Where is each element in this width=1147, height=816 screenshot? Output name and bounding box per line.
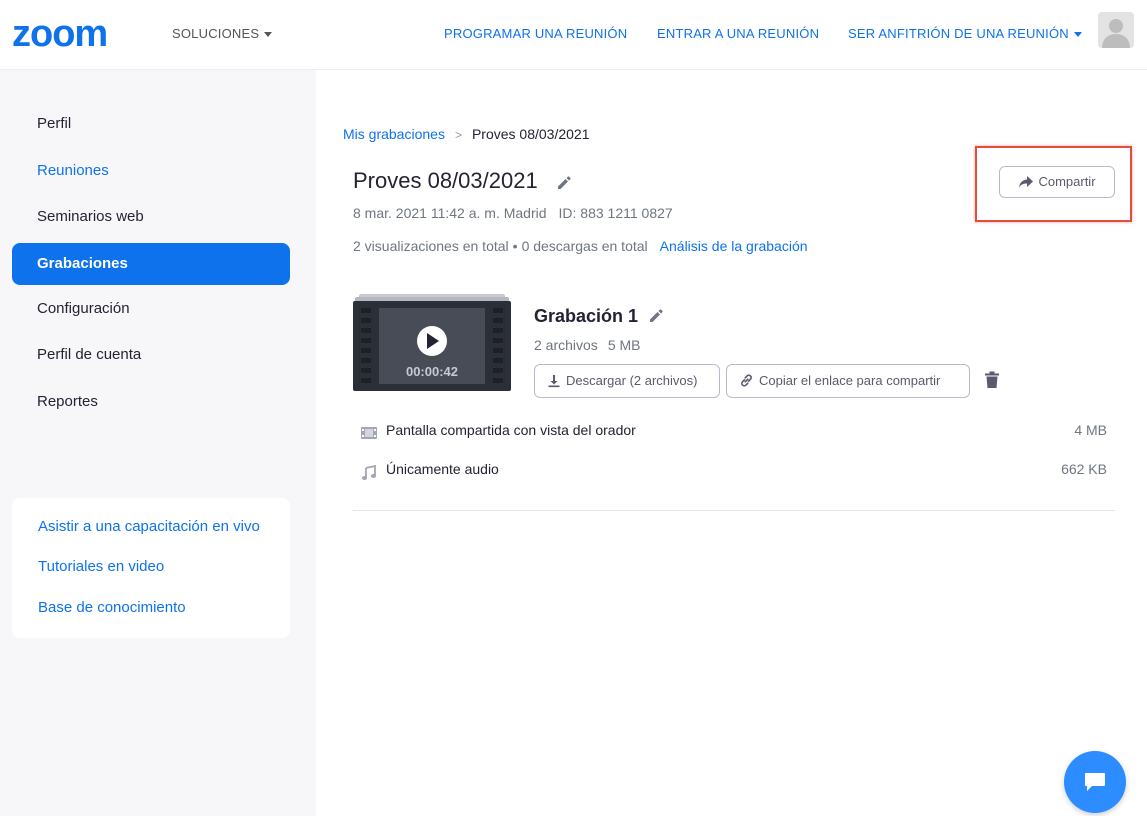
copy-share-link-button[interactable]: Copiar el enlace para compartir (726, 364, 970, 398)
meeting-id: ID: 883 1211 0827 (558, 205, 673, 221)
downloads-count: 0 descargas en total (521, 238, 648, 254)
sidebar-item-settings[interactable]: Configuración (12, 288, 290, 330)
sidebar-item-profile[interactable]: Perfil (12, 103, 290, 145)
recording-meta: 2 archivos 5 MB (534, 337, 641, 353)
share-arrow-icon (1019, 175, 1034, 188)
host-meeting-menu[interactable]: SER ANFITRIÓN DE UNA REUNIÓN (848, 26, 1082, 41)
sidebar-item-webinars[interactable]: Seminarios web (12, 196, 290, 238)
download-icon (548, 374, 560, 387)
sidebar-item-recordings[interactable]: Grabaciones (12, 243, 290, 285)
link-icon (741, 374, 752, 387)
recording-stats: 2 visualizaciones en total • 0 descargas e… (353, 238, 808, 254)
file-row-shared-screen[interactable]: Pantalla compartida con vista del orador… (353, 422, 1115, 446)
breadcrumb-current: Proves 08/03/2021 (471, 126, 590, 142)
live-training-link[interactable]: Asistir a una capacitación en vivo (38, 518, 260, 535)
file-name[interactable]: Pantalla compartida con vista del orador (386, 422, 636, 438)
meeting-meta: 8 mar. 2021 11:42 a. m. Madrid ID: 883 12… (353, 205, 673, 221)
file-size: 662 KB (1061, 461, 1107, 477)
file-row-audio-only[interactable]: Únicamente audio 662 KB (353, 461, 1115, 485)
sidebar-item-meetings[interactable]: Reuniones (12, 150, 290, 192)
avatar[interactable] (1098, 12, 1134, 48)
caret-down-icon (264, 32, 273, 38)
schedule-meeting-link[interactable]: PROGRAMAR UNA REUNIÓN (444, 26, 627, 41)
page-title: Proves 08/03/2021 (353, 168, 538, 193)
video-file-icon (361, 427, 377, 439)
caret-down-icon (1073, 32, 1082, 38)
top-header: zoom SOLUCIONES PROGRAMAR UNA REUNIÓN EN… (0, 0, 1147, 70)
recording-duration: 00:00:42 (406, 364, 458, 379)
solutions-menu[interactable]: SOLUCIONES (172, 26, 273, 41)
recording-thumbnail[interactable]: 00:00:42 (353, 294, 511, 391)
trash-icon[interactable] (984, 371, 1000, 389)
breadcrumb-separator: > (454, 128, 462, 142)
zoom-logo[interactable]: zoom (12, 14, 136, 54)
sidebar-item-reports[interactable]: Reportes (12, 381, 290, 423)
recording-size: 5 MB (607, 337, 641, 353)
recording-file-count: 2 archivos (534, 337, 598, 353)
file-size: 4 MB (1074, 422, 1107, 438)
join-meeting-link[interactable]: ENTRAR A UNA REUNIÓN (657, 26, 819, 41)
copy-link-label: Copiar el enlace para compartir (759, 373, 941, 388)
chat-support-button[interactable] (1064, 751, 1126, 813)
chat-bubble-icon (1085, 773, 1105, 791)
user-icon (1102, 19, 1130, 48)
recording-analysis-link[interactable]: Análisis de la grabación (660, 238, 808, 254)
section-divider (353, 510, 1115, 511)
sidebar: Perfil Reuniones Seminarios web Grabacio… (0, 70, 316, 816)
views-count: 2 visualizaciones en total (353, 238, 509, 254)
breadcrumb-my-recordings[interactable]: Mis grabaciones (343, 126, 445, 142)
pencil-icon[interactable] (648, 308, 664, 324)
pencil-icon[interactable] (556, 175, 572, 191)
play-icon[interactable] (417, 326, 447, 356)
file-name[interactable]: Únicamente audio (386, 461, 499, 477)
video-tutorials-link[interactable]: Tutoriales en video (38, 558, 164, 575)
download-button-label: Descargar (2 archivos) (566, 373, 698, 388)
sidebar-item-account-profile[interactable]: Perfil de cuenta (12, 334, 290, 376)
audio-file-icon (362, 465, 376, 480)
share-button[interactable]: Compartir (999, 166, 1115, 198)
svg-text:zoom: zoom (12, 14, 107, 54)
recording-title: Grabación 1 (534, 306, 639, 326)
breadcrumb: Mis grabaciones > Proves 08/03/2021 (343, 126, 589, 142)
solutions-label: SOLUCIONES (172, 26, 260, 41)
share-button-label: Compartir (1038, 174, 1096, 189)
download-button[interactable]: Descargar (2 archivos) (534, 364, 720, 398)
knowledge-base-link[interactable]: Base de conocimiento (38, 599, 186, 616)
help-links-panel: Asistir a una capacitación en vivo Tutor… (12, 498, 290, 638)
meeting-datetime: 8 mar. 2021 11:42 a. m. Madrid (353, 205, 547, 221)
host-meeting-label: SER ANFITRIÓN DE UNA REUNIÓN (848, 26, 1069, 41)
stats-separator: • (512, 238, 518, 254)
